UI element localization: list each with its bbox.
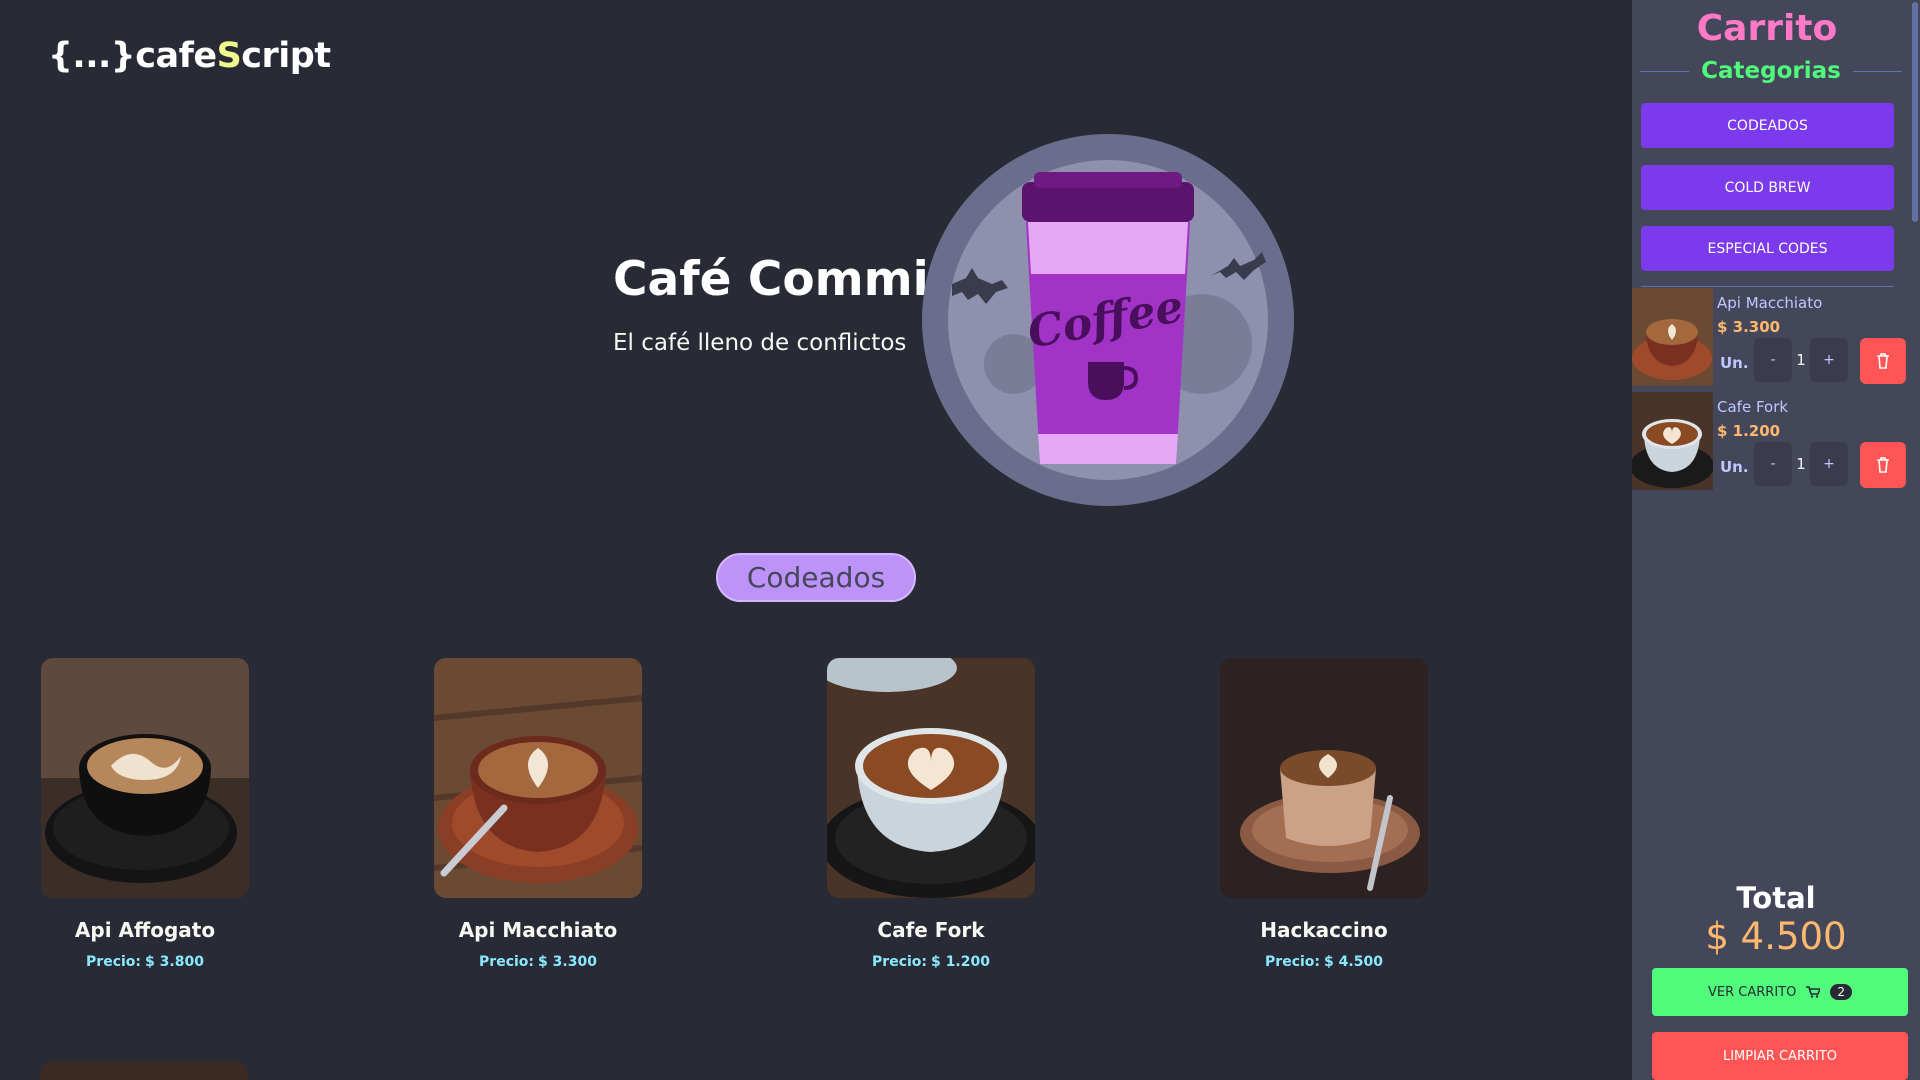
- cart-item-image: [1632, 288, 1713, 386]
- category-button-especial-codes[interactable]: ESPECIAL CODES: [1641, 226, 1894, 271]
- increase-quantity-button[interactable]: +: [1810, 442, 1848, 486]
- divider: [1641, 286, 1894, 287]
- cart-item-price: $ 3.300: [1717, 318, 1781, 336]
- clear-cart-button[interactable]: LIMPIAR CARRITO: [1652, 1032, 1908, 1080]
- decrease-quantity-button[interactable]: -: [1754, 442, 1792, 486]
- product-name: Api Affogato: [74, 918, 216, 942]
- total-label: Total: [1736, 881, 1816, 915]
- hero-subtitle: El café lleno de conflictos: [613, 330, 907, 356]
- cart-icon: [1806, 986, 1821, 998]
- category-button-codeados[interactable]: CODEADOS: [1641, 103, 1894, 148]
- categories-title: Categorias: [1701, 58, 1841, 84]
- divider: [1852, 70, 1903, 72]
- product-price: Precio: $ 1.200: [872, 954, 990, 970]
- hero-title: Café Commit: [613, 252, 952, 307]
- product-card[interactable]: Api Macchiato Precio: $ 3.300: [433, 658, 643, 970]
- categories-heading: Categorias: [1640, 58, 1903, 84]
- divider: [1640, 70, 1690, 72]
- scrollbar-thumb[interactable]: [1912, 2, 1918, 222]
- cart-item-name: Cafe Fork: [1717, 398, 1789, 416]
- increase-quantity-button[interactable]: +: [1810, 338, 1848, 382]
- cart-item-name: Api Macchiato: [1717, 294, 1823, 312]
- cart-item: Api Macchiato $ 3.300 Un. - 1 +: [1632, 288, 1910, 386]
- logo-suffix: cript: [241, 36, 331, 76]
- total-value: $ 4.500: [1705, 915, 1847, 958]
- product-image[interactable]: [41, 658, 249, 898]
- product-name: Hackaccino: [1260, 918, 1388, 942]
- coffee-cup-illustration: Coffee: [922, 134, 1294, 506]
- delete-item-button[interactable]: [1860, 442, 1906, 488]
- cart-sidebar: Carrito Categorias CODEADOS COLD BREW ES…: [1632, 0, 1920, 1080]
- product-price: Precio: $ 3.800: [86, 954, 204, 970]
- decrease-quantity-button[interactable]: -: [1754, 338, 1792, 382]
- cart-item: Cafe Fork $ 1.200 Un. - 1 +: [1632, 392, 1910, 490]
- trash-icon: [1877, 353, 1889, 369]
- cart-title: Carrito: [1696, 8, 1838, 49]
- cart-item-image: [1632, 392, 1713, 490]
- cart-item-price: $ 1.200: [1717, 422, 1781, 440]
- cup-icon: [1088, 362, 1124, 400]
- product-card[interactable]: Hackaccino Precio: $ 4.500: [1219, 658, 1429, 970]
- product-name: Api Macchiato: [458, 918, 618, 942]
- logo[interactable]: {...}cafeScript: [48, 36, 331, 76]
- product-card[interactable]: Api Affogato Precio: $ 3.800: [40, 658, 250, 970]
- main-content: {...}cafeScript Café Commit El café llen…: [0, 0, 1632, 1080]
- quantity-value: 1: [1796, 351, 1806, 369]
- product-price: Precio: $ 4.500: [1265, 954, 1383, 970]
- logo-prefix: {...}cafe: [48, 36, 217, 76]
- logo-accent: S: [216, 36, 242, 76]
- product-image[interactable]: [1220, 658, 1428, 898]
- product-image[interactable]: [827, 658, 1035, 898]
- category-button-cold-brew[interactable]: COLD BREW: [1641, 165, 1894, 210]
- product-card[interactable]: Cafe Fork Precio: $ 1.200: [826, 658, 1036, 970]
- product-image[interactable]: [434, 658, 642, 898]
- view-cart-button[interactable]: VER CARRITO 2: [1652, 968, 1908, 1016]
- section-title-codeados: Codeados: [716, 553, 916, 602]
- view-cart-label: VER CARRITO: [1708, 984, 1797, 1000]
- product-name: Cafe Fork: [877, 918, 985, 942]
- unit-label: Un.: [1720, 458, 1749, 476]
- unit-label: Un.: [1720, 354, 1749, 372]
- quantity-value: 1: [1796, 455, 1806, 473]
- delete-item-button[interactable]: [1860, 338, 1906, 384]
- product-price: Precio: $ 3.300: [479, 954, 597, 970]
- trash-icon: [1877, 457, 1889, 473]
- cart-count-badge: 2: [1830, 984, 1852, 1000]
- product-card-partial[interactable]: [40, 1062, 248, 1080]
